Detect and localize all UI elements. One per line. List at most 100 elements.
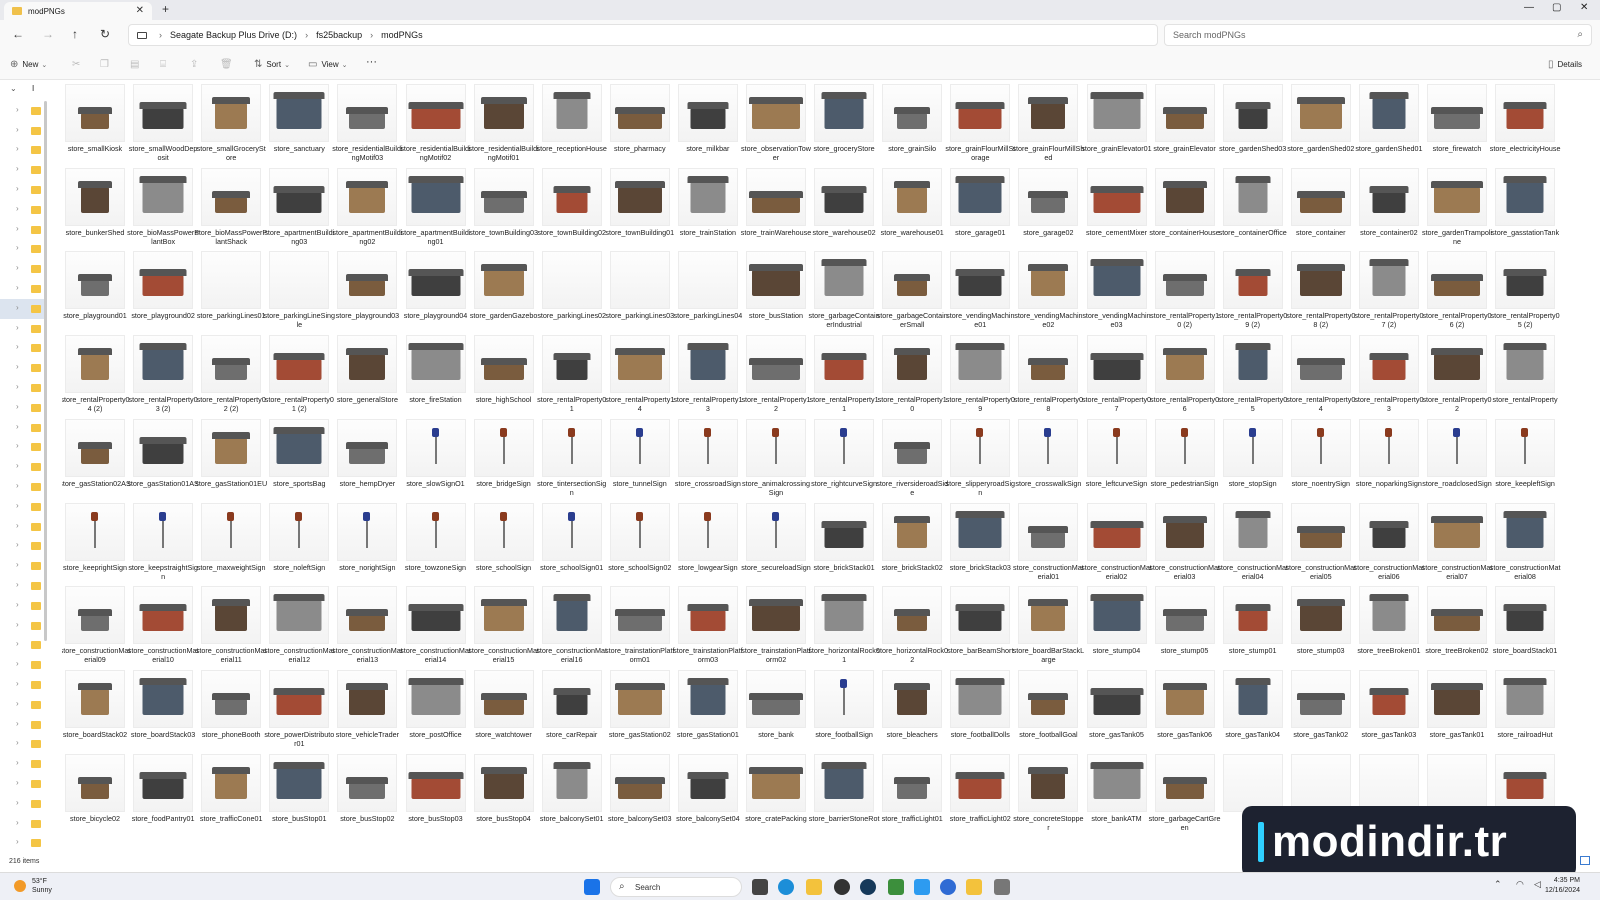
file-item[interactable]: store_trainWarehouse	[741, 167, 811, 252]
file-item[interactable]: store_boardStack03	[130, 669, 196, 754]
file-item[interactable]: store_rentalProperty06	[1150, 335, 1219, 419]
file-item[interactable]: store_leftcurveSign	[1084, 418, 1150, 503]
file-item[interactable]: store_garage01	[947, 167, 1013, 252]
file-item[interactable]: store_bioMassPowerPlantBox	[127, 167, 199, 252]
file-item[interactable]: store_maxweightSign	[197, 502, 266, 587]
file-item[interactable]: store_containerOffice	[1219, 167, 1287, 252]
file-item[interactable]: store_rentalProperty12	[741, 335, 811, 419]
app-icon[interactable]	[994, 879, 1010, 895]
file-item[interactable]: store_rentalProperty07	[1082, 335, 1151, 419]
nav-folder-item[interactable]: ›	[0, 358, 46, 378]
file-item[interactable]: store_keeprightSign	[62, 502, 128, 587]
nav-folder-item[interactable]: ›	[0, 298, 46, 319]
file-item[interactable]: store_constructionMaterial12	[264, 586, 335, 670]
file-item[interactable]: store_treeBroken02	[1424, 586, 1490, 670]
nav-folder-item[interactable]: ›	[0, 200, 46, 220]
file-item[interactable]: store_townBuilding01	[605, 167, 674, 252]
thumbnail-view-icon[interactable]	[1580, 856, 1590, 865]
file-item[interactable]: store_noentrySign	[1288, 418, 1354, 503]
file-item[interactable]: store_norightSign	[334, 502, 400, 587]
file-item[interactable]: store_playground03	[334, 251, 400, 335]
file-item[interactable]: store_rentalProperty04 (2)	[62, 335, 130, 419]
file-item[interactable]: store_trafficLight02	[947, 753, 1013, 838]
file-item[interactable]: store_rentalProperty04	[1286, 335, 1355, 419]
rename-icon[interactable]: ⌸	[160, 59, 166, 70]
file-item[interactable]: store_tunnelSign	[607, 418, 673, 503]
file-item[interactable]: store_townBuilding02	[537, 167, 606, 252]
volume-icon[interactable]: ◁	[1534, 879, 1541, 890]
file-item[interactable]: store_bleachers	[879, 669, 945, 754]
file-item[interactable]: store_playground04	[403, 251, 469, 335]
more-options-button[interactable]: ···	[366, 56, 377, 68]
file-item[interactable]: store_slipperyroadSign	[946, 418, 1015, 503]
file-item[interactable]: store_gasTank03	[1356, 669, 1422, 754]
back-arrow-icon[interactable]: ←	[12, 27, 24, 41]
file-item[interactable]: store_constructionMaterial08	[1490, 502, 1560, 587]
file-item[interactable]: store_constructionMaterial05	[1285, 502, 1356, 587]
nav-folder-item[interactable]: ›	[0, 655, 46, 675]
file-item[interactable]: store_container02	[1356, 167, 1422, 252]
file-item[interactable]: store_constructionMaterial02	[1081, 502, 1152, 587]
tab-modpngs[interactable]: modPNGs ✕	[4, 2, 152, 20]
file-item[interactable]: store_tintersectionSign	[537, 418, 606, 503]
file-item[interactable]: store_rentalProperty03 (2)	[129, 335, 198, 419]
nav-folder-item[interactable]: ›	[0, 180, 46, 200]
file-item[interactable]: store_parkingLines01	[197, 251, 266, 335]
file-item[interactable]: store_warehouse02	[811, 167, 877, 252]
file-item[interactable]: store_gasStation01EU	[195, 418, 267, 503]
file-item[interactable]: store_horizontalRock01	[808, 586, 880, 670]
file-item[interactable]: store_fireStation	[403, 335, 469, 419]
nav-folder-item[interactable]: ›	[0, 378, 46, 398]
new-tab-button[interactable]: +	[162, 2, 169, 16]
file-item[interactable]: store_crossroadSign	[675, 418, 741, 503]
file-item[interactable]: store_trafficLight01	[879, 753, 945, 838]
file-item[interactable]: store_keepstraightSign	[128, 502, 198, 587]
file-item[interactable]: store_footballDolls	[947, 669, 1013, 754]
nav-folder-item[interactable]: ›	[0, 437, 46, 457]
file-item[interactable]: store_rentalProperty14	[605, 335, 674, 419]
file-item[interactable]: store_sanctuary	[266, 84, 332, 168]
file-item[interactable]: store_constructionMaterial16	[536, 586, 607, 670]
nav-folder-item[interactable]: ›	[0, 398, 46, 418]
file-item[interactable]: store_bridgeSign	[471, 418, 537, 503]
file-item[interactable]: store_constructionMaterial15	[468, 586, 539, 670]
file-item[interactable]: store_rentalProperty09	[946, 335, 1015, 419]
file-item[interactable]: store_bankATM	[1084, 753, 1150, 838]
file-item[interactable]: store_rentalProperty	[1492, 335, 1558, 419]
nav-folder-item[interactable]: ›	[0, 338, 46, 358]
file-item[interactable]: store_footballSign	[811, 669, 877, 754]
file-item[interactable]: store_grainFlourMillShed	[1012, 84, 1084, 168]
file-item[interactable]: store_brickStack02	[879, 502, 945, 587]
nav-folder-item[interactable]: ›	[0, 833, 46, 853]
nav-folder-item[interactable]: ›	[0, 101, 46, 121]
file-explorer-icon[interactable]	[806, 879, 822, 895]
file-item[interactable]: store_parkingLines03	[605, 251, 674, 335]
file-item[interactable]: store_bank	[743, 669, 809, 754]
file-item[interactable]: store_gasTank05	[1084, 669, 1150, 754]
file-item[interactable]: store_rentalProperty03	[1354, 335, 1423, 419]
file-item[interactable]: store_milkbar	[675, 84, 741, 168]
file-item[interactable]: store_constructionMaterial10	[128, 586, 198, 670]
file-item[interactable]: store_rentalProperty05 (2)	[1491, 251, 1560, 335]
file-item[interactable]: store_gasstationTank	[1491, 167, 1559, 252]
file-item[interactable]: store_rentalProperty01	[537, 335, 606, 419]
file-item[interactable]: store_horizontalRock02	[876, 586, 948, 670]
file-item[interactable]: store_container	[1288, 167, 1354, 252]
nav-folder-item[interactable]: ›	[0, 477, 46, 497]
file-item[interactable]: store_busStop03	[403, 753, 469, 838]
file-item[interactable]: store_cratePacking	[743, 753, 809, 838]
file-item[interactable]: store_trainstationPlatform01	[605, 586, 675, 670]
file-item[interactable]: store_gardenShed02	[1287, 84, 1354, 168]
nav-folder-item[interactable]: ›	[0, 497, 46, 517]
file-item[interactable]: store_residentialBuildingMotif01	[468, 84, 539, 168]
file-item[interactable]: store_railroadHut	[1492, 669, 1558, 754]
file-item[interactable]: store_rentalProperty01 (2)	[265, 335, 334, 419]
file-item[interactable]: store_rentalProperty09 (2)	[1218, 251, 1287, 335]
file-item[interactable]: store_grainElevator	[1152, 84, 1218, 168]
file-item[interactable]: store_bunkerShed	[62, 167, 128, 252]
maximize-button[interactable]: ▢	[1552, 2, 1561, 13]
file-item[interactable]: store_parkingLines02	[537, 251, 606, 335]
file-item[interactable]: store_gasStation02	[607, 669, 673, 754]
file-item[interactable]: store_trainstationPlatform02	[741, 586, 811, 670]
file-item[interactable]: store_garbageContainerIndustrial	[809, 251, 880, 335]
